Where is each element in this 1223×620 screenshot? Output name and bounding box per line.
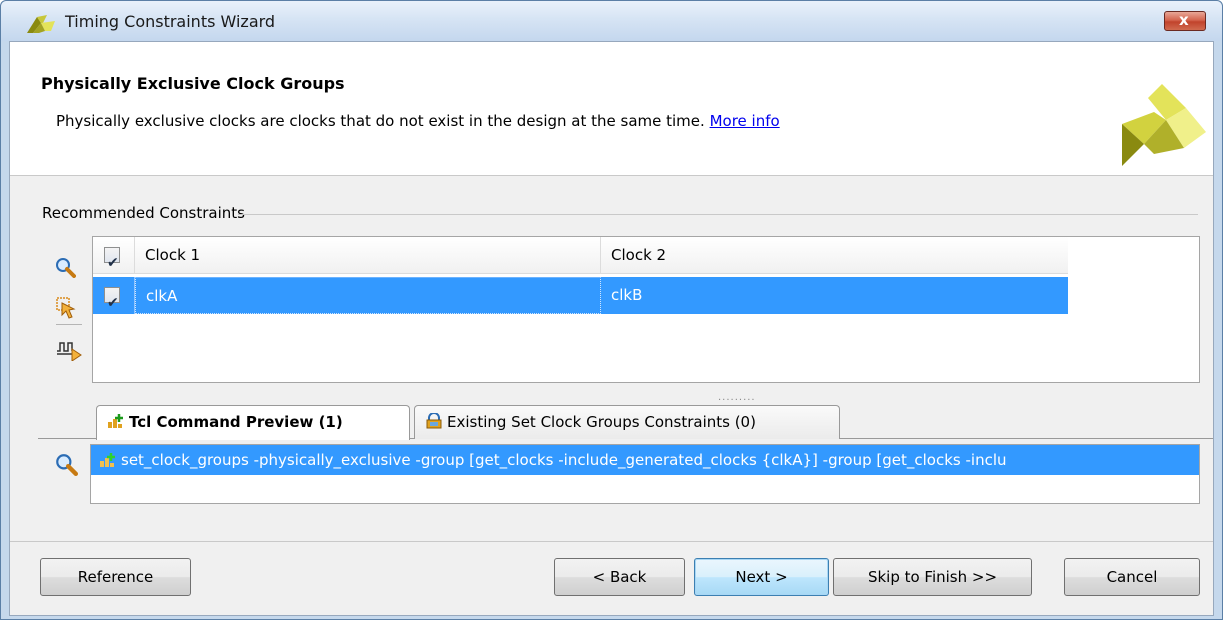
- column-header-clock1[interactable]: Clock 1: [135, 237, 601, 273]
- wizard-client-area: Physically Exclusive Clock Groups Physic…: [9, 41, 1214, 616]
- search-icon[interactable]: [54, 256, 76, 278]
- section-divider: [238, 214, 1198, 215]
- tab-tcl-command-preview[interactable]: Tcl Command Preview (1): [96, 405, 410, 440]
- tab-strip: Tcl Command Preview (1) Existing Set Clo…: [40, 405, 1215, 440]
- checkmark-icon: ✔: [107, 295, 119, 311]
- row-checkbox-cell[interactable]: ✔: [93, 277, 135, 314]
- checkmark-icon: ✔: [107, 255, 119, 271]
- header-checkbox-cell[interactable]: ✔: [93, 237, 135, 273]
- back-button[interactable]: < Back: [554, 558, 685, 596]
- page-title: Physically Exclusive Clock Groups: [41, 74, 345, 93]
- splitter-handle[interactable]: .........: [718, 392, 756, 403]
- tab-existing-constraints[interactable]: Existing Set Clock Groups Constraints (0…: [414, 405, 840, 439]
- search-icon[interactable]: [54, 452, 78, 476]
- row-checkbox[interactable]: ✔: [104, 287, 120, 311]
- tcl-command-preview: set_clock_groups -physically_exclusive -…: [90, 444, 1200, 504]
- table-header: ✔ Clock 1 Clock 2: [93, 237, 1068, 274]
- add-constraint-icon: [100, 453, 115, 467]
- column-header-clock2[interactable]: Clock 2: [601, 237, 1068, 273]
- select-cursor-icon[interactable]: [56, 297, 78, 319]
- tab-label: Tcl Command Preview (1): [129, 413, 343, 431]
- next-button[interactable]: Next >: [694, 558, 829, 596]
- recommended-constraints-table: ✔ Clock 1 Clock 2 ✔ clkA clkB: [92, 236, 1200, 383]
- reference-button[interactable]: Reference: [40, 558, 191, 596]
- toolbar-separator: [56, 324, 82, 325]
- recommended-constraints-label: Recommended Constraints: [42, 204, 245, 222]
- skip-to-finish-button[interactable]: Skip to Finish >>: [833, 558, 1032, 596]
- clock2-cell[interactable]: clkB: [601, 277, 1068, 314]
- add-constraint-icon: [108, 414, 123, 428]
- cancel-button[interactable]: Cancel: [1064, 558, 1200, 596]
- more-info-link[interactable]: More info: [710, 112, 780, 130]
- vendor-logo-icon: [1122, 84, 1206, 166]
- tab-label: Existing Set Clock Groups Constraints (0…: [447, 413, 756, 431]
- close-icon: x: [1179, 11, 1189, 29]
- close-button[interactable]: x: [1164, 11, 1206, 31]
- footer-divider: [10, 541, 1213, 542]
- page-description: Physically exclusive clocks are clocks t…: [56, 112, 780, 130]
- page-header: Physically Exclusive Clock Groups Physic…: [10, 42, 1213, 176]
- wizard-window: Timing Constraints Wizard x Physically E…: [0, 0, 1223, 620]
- timing-waveform-icon[interactable]: [56, 339, 82, 361]
- title-bar[interactable]: Timing Constraints Wizard x: [1, 1, 1222, 41]
- tcl-command-text: set_clock_groups -physically_exclusive -…: [121, 451, 1007, 469]
- clock1-cell[interactable]: clkA: [135, 277, 601, 314]
- list-item[interactable]: set_clock_groups -physically_exclusive -…: [91, 445, 1199, 475]
- select-all-checkbox[interactable]: ✔: [104, 247, 120, 271]
- app-logo-icon: [27, 15, 55, 33]
- window-title: Timing Constraints Wizard: [65, 12, 276, 31]
- description-text: Physically exclusive clocks are clocks t…: [56, 112, 705, 130]
- table-row[interactable]: ✔ clkA clkB: [93, 277, 1068, 314]
- existing-constraints-icon: [426, 413, 442, 429]
